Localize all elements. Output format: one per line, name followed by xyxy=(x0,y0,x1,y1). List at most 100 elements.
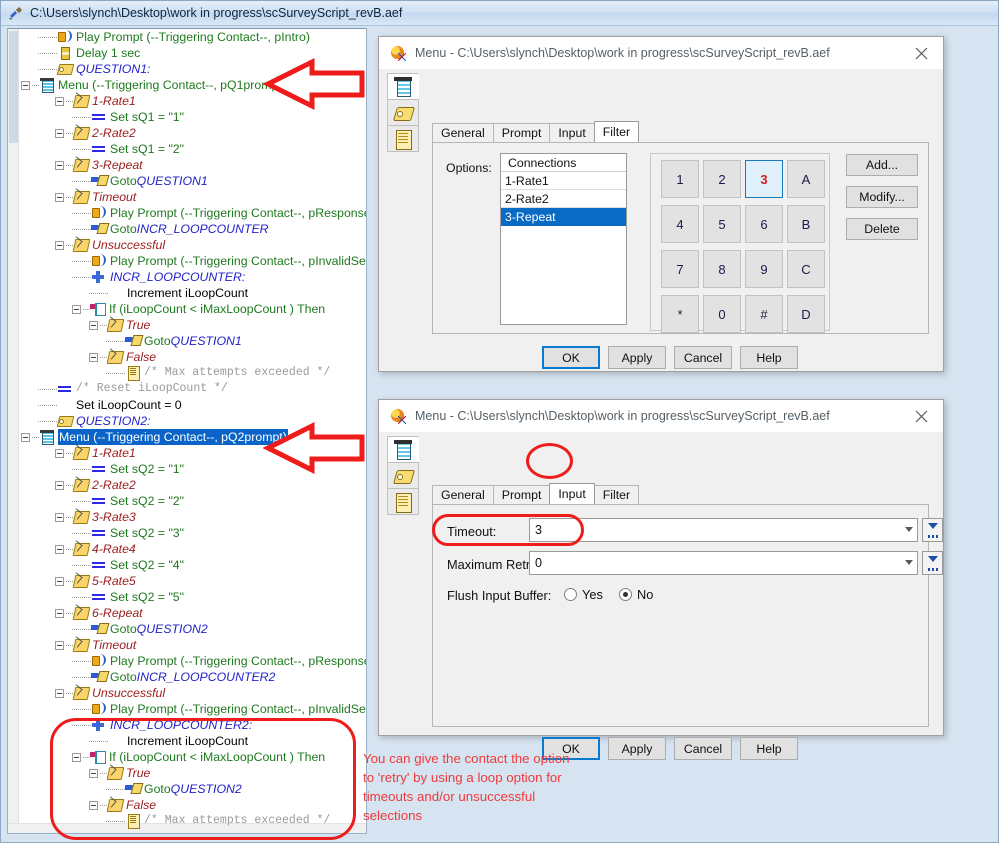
tree-collapse-icon[interactable] xyxy=(55,608,64,618)
keypad-key[interactable]: 5 xyxy=(703,205,741,243)
keypad-key[interactable]: 9 xyxy=(745,250,783,288)
tree-collapse-icon[interactable] xyxy=(55,240,64,250)
tree-node[interactable]: 6-Repeat xyxy=(21,605,366,621)
tree-collapse-icon[interactable] xyxy=(55,576,64,586)
keypad-key[interactable]: A xyxy=(787,160,825,198)
list-item[interactable]: 1-Rate1 xyxy=(501,172,626,190)
tab-filter[interactable]: Filter xyxy=(593,485,640,504)
tree-node[interactable]: Play Prompt (--Triggering Contact--, pIn… xyxy=(21,701,366,717)
tree-node[interactable]: Unsuccessful xyxy=(21,237,366,253)
apply-button[interactable]: Apply xyxy=(608,737,666,760)
keypad-key[interactable]: 3 xyxy=(745,160,783,198)
tree-node[interactable]: Timeout xyxy=(21,637,366,653)
keypad-key[interactable]: 4 xyxy=(661,205,699,243)
side-tab-document-step[interactable] xyxy=(387,125,419,152)
flush-yes-radio[interactable]: Yes xyxy=(564,587,603,602)
tree-node[interactable]: Goto INCR_LOOPCOUNTER2 xyxy=(21,669,366,685)
tree-collapse-icon[interactable] xyxy=(21,432,30,442)
tree-node[interactable]: 2-Rate2 xyxy=(21,125,366,141)
keypad-key[interactable]: C xyxy=(787,250,825,288)
tree-node[interactable]: Increment iLoopCount xyxy=(21,285,366,301)
tree-node[interactable]: Menu (--Triggering Contact--, pQ1prompt) xyxy=(21,77,366,93)
keypad-key[interactable]: 0 xyxy=(703,295,741,333)
tree-node[interactable]: INCR_LOOPCOUNTER: xyxy=(21,269,366,285)
timeout-expression-button[interactable] xyxy=(922,518,943,542)
maximum-retries-combo[interactable]: 0 xyxy=(529,551,918,575)
tab-prompt[interactable]: Prompt xyxy=(492,485,551,504)
keypad-key[interactable]: * xyxy=(661,295,699,333)
tree-collapse-icon[interactable] xyxy=(21,80,30,90)
tree-node[interactable]: True xyxy=(21,317,366,333)
tree-node[interactable]: /* Reset iLoopCount */ xyxy=(21,381,366,397)
tree-collapse-icon[interactable] xyxy=(55,96,64,106)
tree-node[interactable]: Play Prompt (--Triggering Contact--, pRe… xyxy=(21,653,366,669)
flush-no-radio[interactable]: No xyxy=(619,587,653,602)
help-button[interactable]: Help xyxy=(740,346,798,369)
tree-node[interactable]: Play Prompt (--Triggering Contact--, pRe… xyxy=(21,205,366,221)
list-item[interactable]: 3-Repeat xyxy=(501,208,626,226)
tree-node[interactable]: Set sQ1 = "2" xyxy=(21,141,366,157)
list-item[interactable]: 2-Rate2 xyxy=(501,190,626,208)
tree-node[interactable]: Timeout xyxy=(21,189,366,205)
timeout-combo[interactable]: 3 xyxy=(529,518,918,542)
keypad-key[interactable]: 1 xyxy=(661,160,699,198)
close-icon[interactable] xyxy=(899,37,943,69)
tree-node[interactable]: 4-Rate4 xyxy=(21,541,366,557)
tree-node[interactable]: 5-Rate5 xyxy=(21,573,366,589)
cancel-button[interactable]: Cancel xyxy=(674,346,732,369)
delete-button[interactable]: Delete xyxy=(846,218,918,240)
tree-collapse-icon[interactable] xyxy=(72,304,81,314)
tree-node[interactable]: Set sQ2 = "1" xyxy=(21,461,366,477)
tree-collapse-icon[interactable] xyxy=(55,128,64,138)
tree-node[interactable]: Goto INCR_LOOPCOUNTER xyxy=(21,221,366,237)
tree-node[interactable]: Goto QUESTION1 xyxy=(21,333,366,349)
tree-collapse-icon[interactable] xyxy=(55,448,64,458)
tree-node[interactable]: 1-Rate1 xyxy=(21,93,366,109)
keypad-key[interactable]: B xyxy=(787,205,825,243)
tree-collapse-icon[interactable] xyxy=(55,640,64,650)
tree-collapse-icon[interactable] xyxy=(55,480,64,490)
add-button[interactable]: Add... xyxy=(846,154,918,176)
tree-node[interactable]: QUESTION2: xyxy=(21,413,366,429)
tree-node[interactable]: Unsuccessful xyxy=(21,685,366,701)
tree-node[interactable]: Goto QUESTION1 xyxy=(21,173,366,189)
tree-collapse-icon[interactable] xyxy=(55,688,64,698)
keypad-key[interactable]: 6 xyxy=(745,205,783,243)
tab-general[interactable]: General xyxy=(432,485,494,504)
tree-vertical-scrollbar[interactable] xyxy=(8,29,19,833)
tree-scrollbar-thumb[interactable] xyxy=(9,31,18,143)
side-tab-document-step[interactable] xyxy=(387,488,419,515)
keypad-key[interactable]: 8 xyxy=(703,250,741,288)
tree-node[interactable]: False xyxy=(21,349,366,365)
help-button[interactable]: Help xyxy=(740,737,798,760)
tab-prompt[interactable]: Prompt xyxy=(492,123,551,142)
tab-general[interactable]: General xyxy=(432,123,494,142)
side-tab-menu-step[interactable] xyxy=(387,73,419,100)
apply-button[interactable]: Apply xyxy=(608,346,666,369)
cancel-button[interactable]: Cancel xyxy=(674,737,732,760)
tree-node[interactable]: 1-Rate1 xyxy=(21,445,366,461)
connections-listbox[interactable]: Connections 1-Rate1 2-Rate2 3-Repeat xyxy=(500,153,627,325)
tree-node[interactable]: Set sQ2 = "3" xyxy=(21,525,366,541)
ok-button[interactable]: OK xyxy=(542,346,600,369)
tree-node[interactable]: Set sQ2 = "4" xyxy=(21,557,366,573)
keypad-key[interactable]: # xyxy=(745,295,783,333)
keypad-key[interactable]: 7 xyxy=(661,250,699,288)
script-tree-panel[interactable]: Play Prompt (--Triggering Contact--, pIn… xyxy=(7,28,367,834)
side-tab-tag-step[interactable] xyxy=(387,99,419,126)
tree-node[interactable]: Delay 1 sec xyxy=(21,45,366,61)
tree-node[interactable]: /* Max attempts exceeded */ xyxy=(21,365,366,381)
tree-collapse-icon[interactable] xyxy=(89,352,98,362)
tree-node[interactable]: Set sQ1 = "1" xyxy=(21,109,366,125)
tab-filter[interactable]: Filter xyxy=(593,121,640,142)
side-tab-tag-step[interactable] xyxy=(387,462,419,489)
tree-node[interactable]: Menu (--Triggering Contact--, pQ2prompt) xyxy=(21,429,366,445)
tree-node[interactable]: 3-Rate3 xyxy=(21,509,366,525)
keypad-key[interactable]: 2 xyxy=(703,160,741,198)
modify-button[interactable]: Modify... xyxy=(846,186,918,208)
tree-collapse-icon[interactable] xyxy=(55,512,64,522)
tab-input[interactable]: Input xyxy=(549,123,595,142)
tree-node[interactable]: 3-Repeat xyxy=(21,157,366,173)
tree-collapse-icon[interactable] xyxy=(55,160,64,170)
tree-collapse-icon[interactable] xyxy=(55,192,64,202)
